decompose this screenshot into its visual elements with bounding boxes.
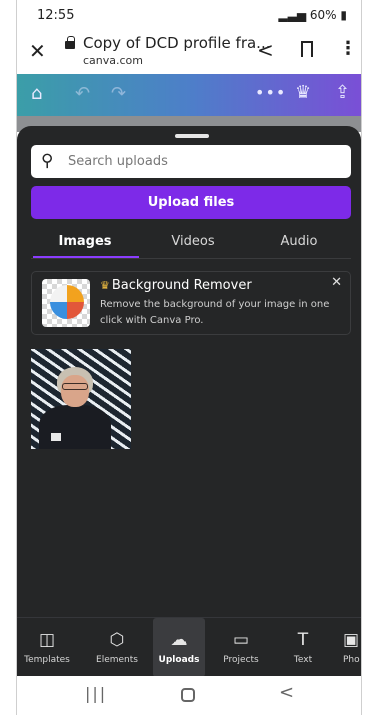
crown-icon[interactable]: ♛ [295, 82, 311, 103]
elements-icon: ⬡ [109, 630, 125, 650]
nav-text[interactable]: T Text [277, 618, 329, 677]
nav-label: Uploads [158, 655, 200, 665]
lock-icon [65, 36, 75, 49]
search-input[interactable]: ⚲ Search uploads [31, 145, 351, 178]
bookmark-icon[interactable] [301, 41, 313, 57]
battery-icon: ▮ [336, 8, 347, 22]
nav-label: Elements [96, 655, 138, 665]
background-remover-promo[interactable]: ♛ Background Remover Remove the backgroun… [31, 271, 351, 335]
android-nav-bar: ||| < [17, 676, 361, 715]
more-icon[interactable]: ••• [255, 83, 286, 102]
close-icon[interactable]: ✕ [29, 39, 46, 63]
more-vert-icon[interactable]: ⋮ [339, 38, 357, 59]
tab-videos[interactable]: Videos [139, 234, 247, 249]
editor-toolbar: ⌂ ↶ ↷ ••• ♛ ⇪ [17, 74, 361, 116]
page-title: Copy of DCD profile fra... [83, 34, 271, 52]
nav-uploads[interactable]: ☁ Uploads [153, 618, 205, 677]
recents-icon[interactable]: ||| [85, 684, 107, 703]
nav-templates[interactable]: ◫ Templates [21, 618, 73, 677]
home-icon[interactable]: ⌂ [31, 83, 42, 104]
photo-person-face [61, 375, 89, 407]
close-icon[interactable]: ✕ [331, 275, 342, 290]
pro-crown-icon: ♛ [100, 279, 110, 292]
drag-handle[interactable] [175, 134, 209, 138]
tab-images[interactable]: Images [31, 234, 139, 249]
promo-thumbnail [42, 279, 90, 327]
nav-label: Pho [343, 655, 360, 665]
promo-title: ♛ Background Remover [100, 278, 252, 293]
back-icon[interactable]: < [279, 682, 294, 703]
uploaded-image[interactable] [31, 349, 131, 449]
page-url: canva.com [83, 54, 144, 67]
uploads-panel: ⚲ Search uploads Upload files Images Vid… [17, 126, 361, 618]
templates-icon: ◫ [38, 630, 56, 650]
share-upload-icon[interactable]: ⇪ [335, 82, 350, 103]
bottom-nav: ◫ Templates ⬡ Elements ☁ Uploads ▭ Proje… [17, 617, 361, 677]
nav-projects[interactable]: ▭ Projects [215, 618, 267, 677]
photo-badge [51, 433, 61, 441]
undo-icon[interactable]: ↶ [75, 83, 90, 104]
photo-person-glasses [62, 383, 88, 390]
nav-label: Projects [223, 655, 259, 665]
status-time: 12:55 [37, 8, 75, 23]
redo-icon[interactable]: ↷ [111, 83, 126, 104]
promo-title-text: Background Remover [111, 278, 252, 293]
photo-person-body [39, 405, 111, 449]
battery-level: 60% [309, 8, 337, 22]
media-tabs: Images Videos Audio [31, 227, 351, 259]
share-icon[interactable]: < [257, 38, 274, 62]
search-icon: ⚲ [41, 151, 54, 171]
nav-label: Text [293, 655, 313, 665]
promo-description: Remove the background of your image in o… [100, 299, 330, 326]
signal-icon: ▂▃▅ [278, 8, 310, 22]
nav-photos[interactable]: ▣ Pho [335, 618, 361, 677]
projects-icon: ▭ [232, 630, 250, 650]
browser-toolbar: ✕ Copy of DCD profile fra... canva.com <… [17, 30, 361, 74]
nav-label: Templates [24, 655, 70, 665]
status-bar: 12:55 ▂▃▅ 60% ▮ [17, 0, 361, 30]
text-icon: T [297, 630, 309, 650]
photos-icon: ▣ [343, 630, 360, 650]
nav-elements[interactable]: ⬡ Elements [91, 618, 143, 677]
beach-ball-icon [50, 285, 84, 319]
upload-files-button[interactable]: Upload files [31, 186, 351, 219]
search-placeholder: Search uploads [68, 154, 168, 169]
status-indicators: ▂▃▅ 60% ▮ [278, 8, 347, 22]
tabs-divider [31, 258, 351, 259]
home-button-icon[interactable] [181, 688, 195, 702]
uploads-icon: ☁ [170, 630, 188, 650]
tab-audio[interactable]: Audio [247, 234, 351, 249]
